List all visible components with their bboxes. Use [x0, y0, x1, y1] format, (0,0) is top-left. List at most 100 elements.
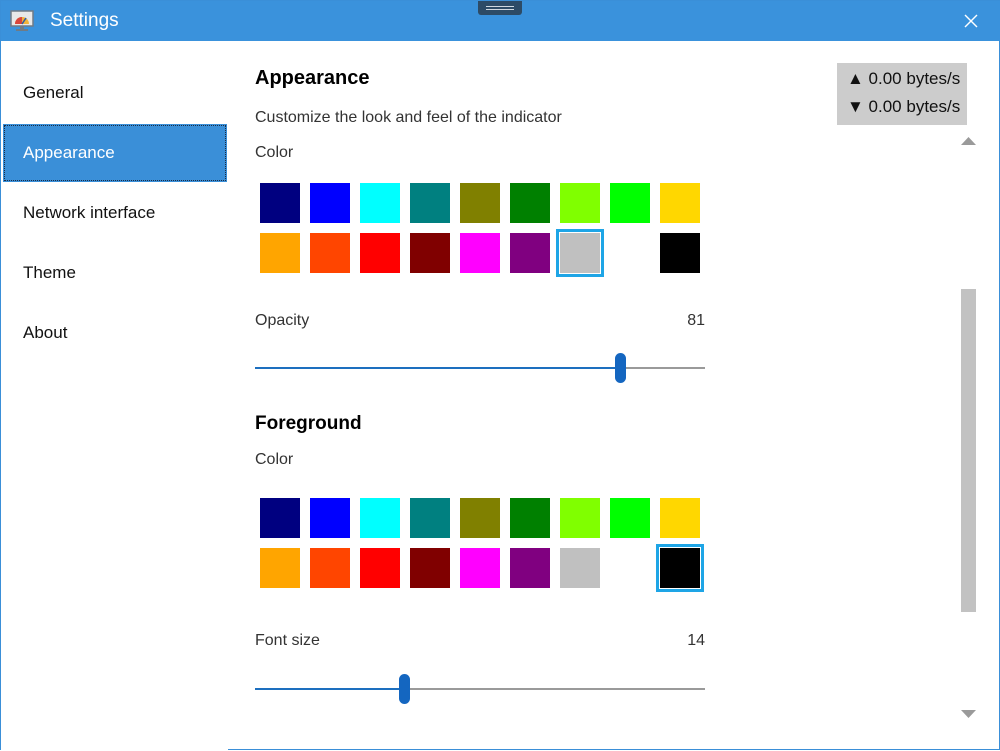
swatch-fill	[410, 498, 450, 538]
sidebar-item-general[interactable]: General	[3, 64, 227, 122]
color-swatch[interactable]	[556, 544, 604, 592]
swatch-fill	[410, 233, 450, 273]
opacity-label: Opacity	[255, 312, 310, 329]
swatch-fill	[510, 498, 550, 538]
sidebar-nav: General Appearance Network interface The…	[1, 41, 228, 751]
swatch-fill	[610, 548, 650, 588]
color-swatch[interactable]	[506, 179, 554, 227]
font-size-label: Font size	[255, 632, 320, 649]
color-swatch[interactable]	[456, 179, 504, 227]
swatch-fill	[460, 498, 500, 538]
swatch-fill	[360, 183, 400, 223]
color-swatch[interactable]	[406, 494, 454, 542]
color-swatch[interactable]	[656, 179, 704, 227]
slider-fill	[255, 688, 404, 690]
swatch-fill	[360, 233, 400, 273]
color-swatch[interactable]	[306, 494, 354, 542]
color-swatch[interactable]	[306, 544, 354, 592]
slider-thumb[interactable]	[399, 674, 410, 704]
color-swatch[interactable]	[656, 494, 704, 542]
swatch-fill	[460, 548, 500, 588]
color-swatch[interactable]	[656, 229, 704, 277]
color-swatch[interactable]	[456, 494, 504, 542]
swatch-fill	[310, 498, 350, 538]
color-swatch[interactable]	[256, 544, 304, 592]
swatch-fill	[310, 548, 350, 588]
scroll-up-arrow-icon[interactable]	[961, 136, 976, 146]
color-swatch[interactable]	[556, 229, 604, 277]
color-swatch[interactable]	[406, 179, 454, 227]
swatch-fill	[660, 233, 700, 273]
color-swatch[interactable]	[606, 494, 654, 542]
color-swatch[interactable]	[356, 544, 404, 592]
swatch-fill	[260, 183, 300, 223]
slider-fill	[255, 367, 620, 369]
swatch-fill	[310, 233, 350, 273]
color-swatch[interactable]	[606, 179, 654, 227]
slider-thumb[interactable]	[615, 353, 626, 383]
swatch-fill	[610, 233, 650, 273]
sidebar-item-network-interface[interactable]: Network interface	[3, 184, 227, 242]
page-description: Customize the look and feel of the indic…	[255, 109, 562, 126]
background-color-palette	[255, 179, 715, 279]
swatch-fill	[460, 183, 500, 223]
swatch-fill	[560, 498, 600, 538]
appearance-panel: Appearance Customize the look and feel o…	[255, 41, 955, 751]
color-swatch[interactable]	[456, 544, 504, 592]
swatch-fill	[510, 183, 550, 223]
color-swatch[interactable]	[506, 544, 554, 592]
color-swatch[interactable]	[256, 494, 304, 542]
swatch-fill	[360, 498, 400, 538]
upload-speed: ▲ 0.00 bytes/s	[847, 69, 961, 88]
swatch-fill	[610, 498, 650, 538]
swatch-fill	[560, 183, 600, 223]
window-title: Settings	[50, 10, 119, 31]
color-swatch[interactable]	[406, 544, 454, 592]
color-swatch[interactable]	[506, 229, 554, 277]
swatch-fill	[660, 183, 700, 223]
swatch-fill	[310, 183, 350, 223]
swatch-fill	[560, 233, 600, 273]
foreground-title: Foreground	[255, 413, 362, 434]
opacity-slider[interactable]	[255, 351, 705, 385]
swatch-fill	[460, 233, 500, 273]
swatch-fill	[260, 548, 300, 588]
color-swatch[interactable]	[606, 544, 654, 592]
color-swatch[interactable]	[356, 229, 404, 277]
font-size-slider[interactable]	[255, 672, 705, 706]
scroll-down-arrow-icon[interactable]	[961, 709, 976, 719]
swatch-fill	[510, 548, 550, 588]
settings-window: Settings General Appearance Network inte…	[0, 0, 1000, 751]
color-swatch[interactable]	[356, 179, 404, 227]
scrollbar-thumb[interactable]	[961, 289, 976, 612]
close-icon	[964, 14, 978, 28]
swatch-fill	[510, 233, 550, 273]
color-swatch[interactable]	[256, 179, 304, 227]
swatch-fill	[560, 548, 600, 588]
color-swatch[interactable]	[556, 179, 604, 227]
sidebar-item-appearance[interactable]: Appearance	[3, 124, 227, 182]
color-swatch[interactable]	[456, 229, 504, 277]
drag-handle[interactable]	[478, 1, 522, 15]
color-swatch[interactable]	[306, 179, 354, 227]
foreground-color-palette	[255, 494, 715, 594]
sidebar-item-theme[interactable]: Theme	[3, 244, 227, 302]
sidebar-item-about[interactable]: About	[3, 304, 227, 362]
swatch-fill	[260, 233, 300, 273]
page-title: Appearance	[255, 67, 370, 89]
color-swatch[interactable]	[256, 229, 304, 277]
color-swatch[interactable]	[306, 229, 354, 277]
color-swatch[interactable]	[406, 229, 454, 277]
color-swatch[interactable]	[656, 544, 704, 592]
close-button[interactable]	[953, 5, 989, 37]
color-swatch[interactable]	[506, 494, 554, 542]
color-swatch[interactable]	[556, 494, 604, 542]
opacity-value: 81	[687, 312, 705, 329]
title-bar[interactable]: Settings	[1, 1, 1000, 41]
swatch-fill	[360, 548, 400, 588]
swatch-fill	[660, 548, 700, 588]
app-icon	[10, 10, 34, 31]
color-swatch[interactable]	[356, 494, 404, 542]
color-swatch[interactable]	[606, 229, 654, 277]
swatch-fill	[660, 498, 700, 538]
